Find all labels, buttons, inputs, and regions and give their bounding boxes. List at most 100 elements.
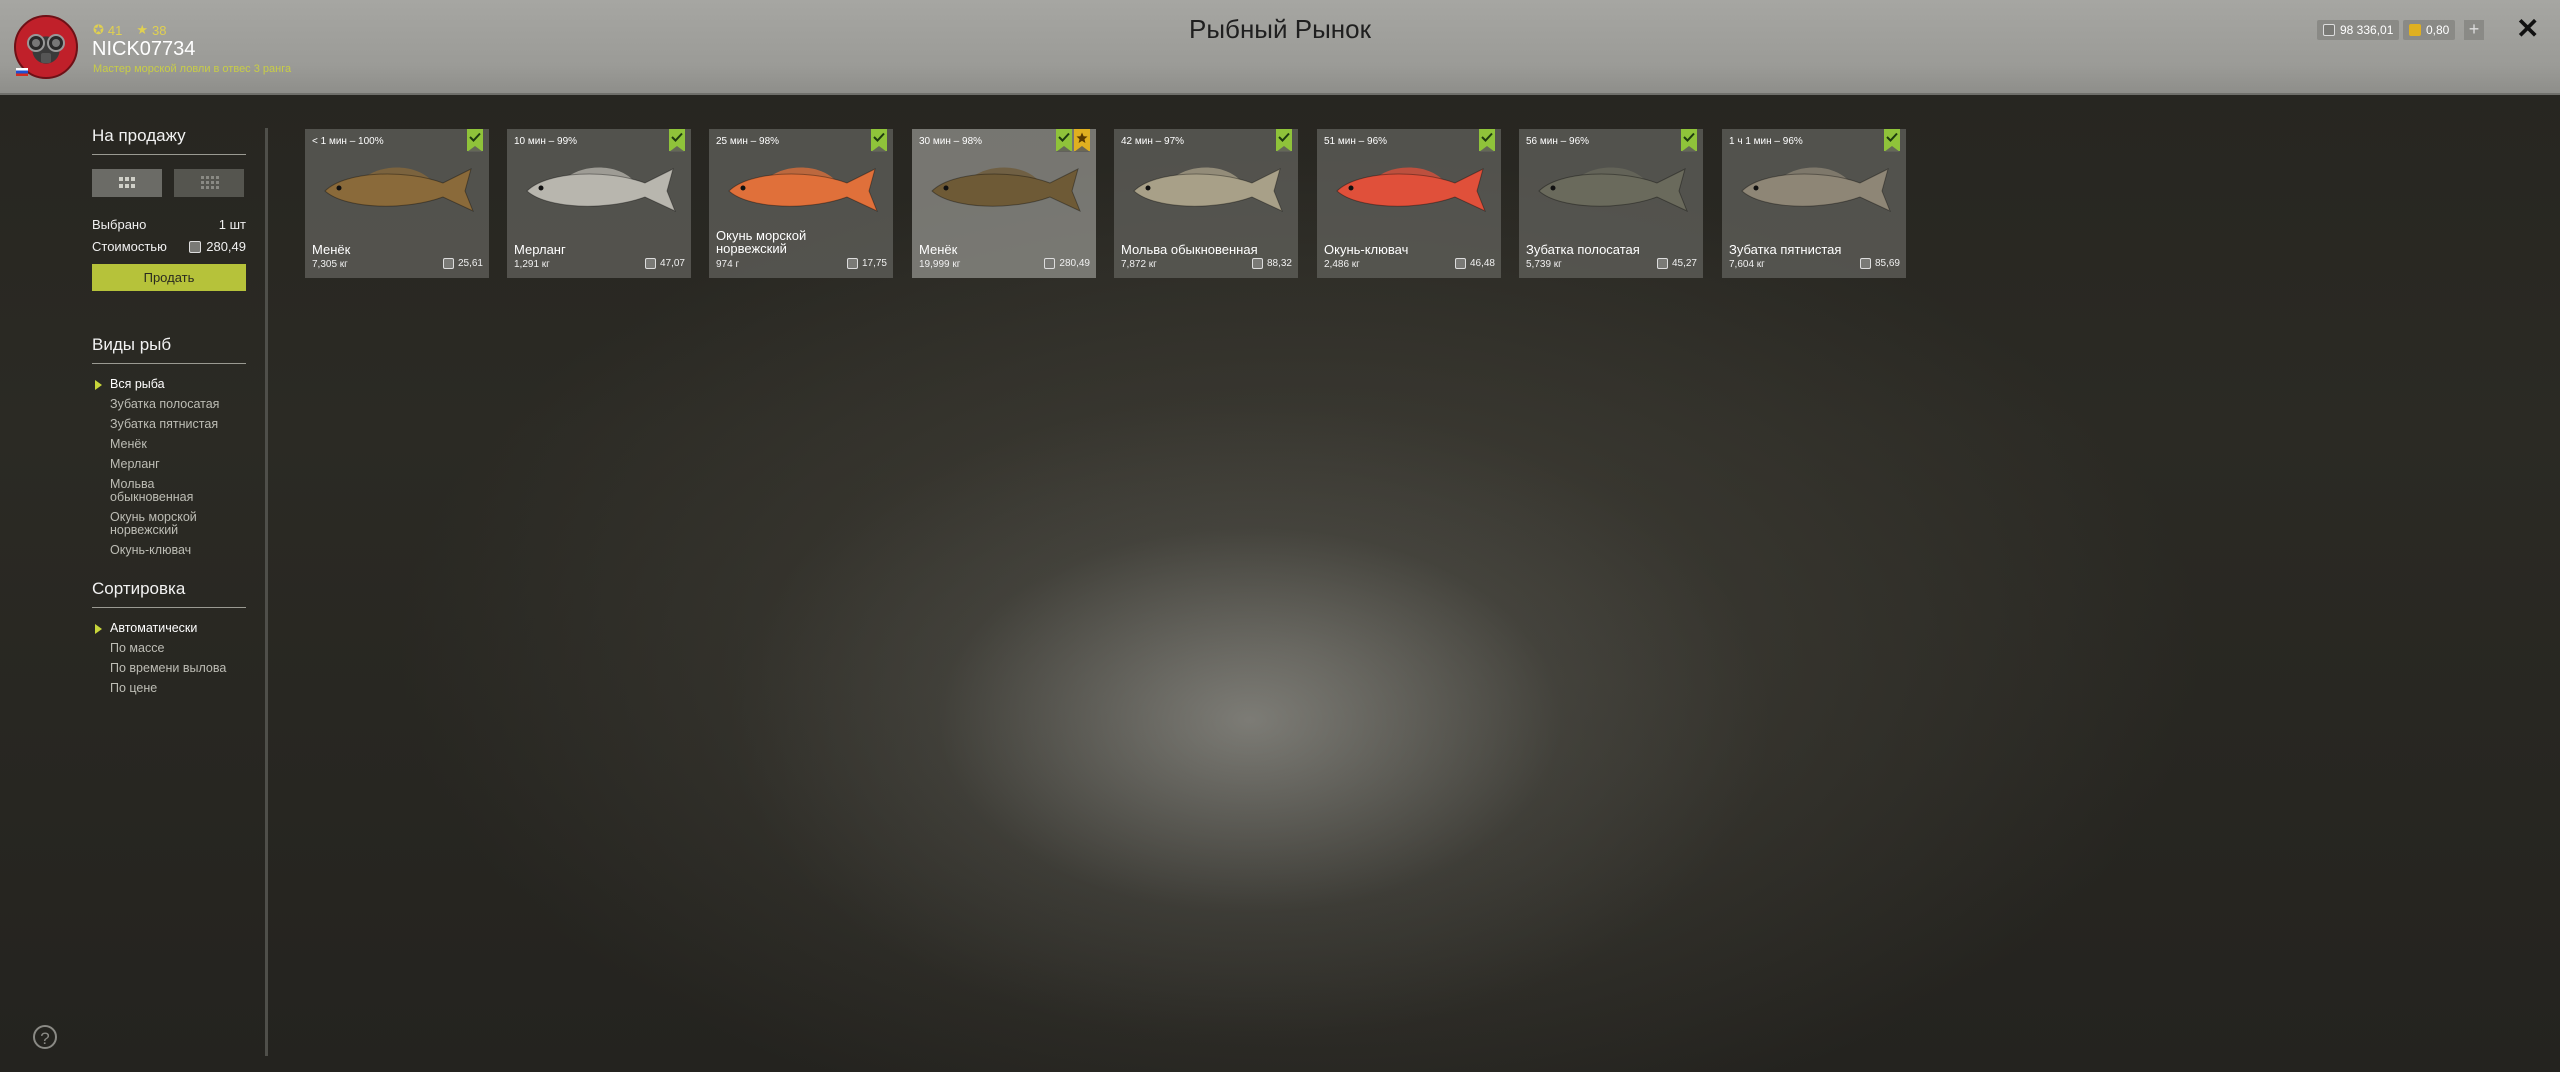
silver-coin-icon <box>442 258 454 269</box>
catch-time: 51 мин – 96% <box>1324 136 1388 147</box>
check-mark-icon[interactable] <box>1479 129 1495 152</box>
fish-price: 17,75 <box>846 258 887 269</box>
cost-row: Стоимостью 280,49 <box>92 239 246 254</box>
selected-label: Выбрано <box>92 217 147 232</box>
species-filter-item[interactable]: Зубатка полосатая <box>92 398 246 411</box>
fish-card[interactable]: 1 ч 1 мин – 96% Зубатка пятнистая 7,604 … <box>1722 129 1906 278</box>
check-mark-icon[interactable] <box>669 129 685 152</box>
price-value: 47,07 <box>659 258 685 269</box>
view-large-button[interactable] <box>92 169 162 197</box>
fish-name: Зубатка пятнистая <box>1729 242 1842 257</box>
fish-weight: 19,999 кг <box>919 259 961 270</box>
cost-amount: 280,49 <box>189 239 246 254</box>
fish-weight: 2,486 кг <box>1324 259 1360 270</box>
gold-value: 0,80 <box>2426 23 2450 37</box>
grid-large-icon <box>119 177 135 188</box>
flag-icon <box>16 68 28 76</box>
fish-card[interactable]: 25 мин – 98% Окунь морской норвежский 97… <box>709 129 893 278</box>
selected-row: Выбрано 1 шт <box>92 217 246 232</box>
silver-coin-icon <box>1454 258 1466 269</box>
fish-card[interactable]: 30 мин – 98% Менёк 19,999 кг 280,49 <box>912 129 1096 278</box>
gold-coin-icon <box>2409 24 2421 36</box>
price-value: 17,75 <box>861 258 887 269</box>
fish-card[interactable]: 10 мин – 99% Мерланг 1,291 кг 47,07 <box>507 129 691 278</box>
price-value: 85,69 <box>1874 258 1900 269</box>
selected-value: 1 шт <box>218 217 246 232</box>
cost-label: Стоимостью <box>92 239 167 254</box>
view-small-button[interactable] <box>174 169 244 197</box>
catch-time: 30 мин – 98% <box>919 136 983 147</box>
fish-card[interactable]: 42 мин – 97% Мольва обыкновенная 7,872 к… <box>1114 129 1298 278</box>
sidebar-divider <box>265 128 268 1056</box>
species-title: Виды рыб <box>92 335 246 364</box>
sort-options-list: Автоматически По массе По времени вылова… <box>92 622 246 695</box>
silver-coin-icon <box>846 258 858 269</box>
sort-option[interactable]: По времени вылова <box>92 662 246 675</box>
fish-weight: 974 г <box>716 259 740 270</box>
add-currency-button[interactable]: + <box>2464 20 2484 40</box>
star-mark-icon[interactable] <box>1074 129 1090 152</box>
fish-name: Окунь-клювач <box>1324 242 1409 257</box>
check-mark-icon[interactable] <box>871 129 887 152</box>
check-mark-icon[interactable] <box>1884 129 1900 152</box>
grid-small-icon <box>201 176 219 189</box>
help-button[interactable]: ? <box>33 1025 57 1049</box>
fish-name: Мерланг <box>514 242 566 257</box>
fish-image <box>1133 167 1283 212</box>
check-mark-icon[interactable] <box>467 129 483 152</box>
species-filter-item[interactable]: Мольва обыкновенная <box>92 478 210 504</box>
species-filter-item[interactable]: Менёк <box>92 438 246 451</box>
cost-value: 280,49 <box>206 239 246 254</box>
species-filter-item[interactable]: Мерланг <box>92 458 246 471</box>
silver-coin-icon <box>644 258 656 269</box>
silver-coin-icon <box>189 240 202 253</box>
fish-card[interactable]: 51 мин – 96% Окунь-клювач 2,486 кг 46,48 <box>1317 129 1501 278</box>
fish-name: Мольва обыкновенная <box>1121 242 1258 257</box>
fish-name: Менёк <box>312 242 351 257</box>
silver-coin-icon <box>1044 258 1056 269</box>
view-toggle <box>92 169 246 197</box>
fish-image <box>931 167 1081 212</box>
species-filter-item[interactable]: Окунь-клювач <box>92 544 246 557</box>
species-filter-item[interactable]: Зубатка пятнистая <box>92 418 246 431</box>
fish-weight: 7,305 кг <box>312 259 348 270</box>
fish-name: Менёк <box>919 242 958 257</box>
check-mark-icon[interactable] <box>1056 129 1072 152</box>
fish-weight: 5,739 кг <box>1526 259 1562 270</box>
fish-image <box>1538 167 1688 212</box>
close-button[interactable]: ✕ <box>2516 14 2539 44</box>
species-filter-list: Вся рыба Зубатка полосатая Зубатка пятни… <box>92 378 246 557</box>
fish-card[interactable]: < 1 мин – 100% Менёк 7,305 кг 25,61 <box>305 129 489 278</box>
catch-time: 1 ч 1 мин – 96% <box>1729 136 1803 147</box>
species-filter-item[interactable]: Окунь морской норвежский <box>92 511 210 537</box>
fish-price: 280,49 <box>1044 258 1090 269</box>
fish-price: 46,48 <box>1454 258 1495 269</box>
header-bar: ✪ 41 ★ 38 NICK07734 Мастер морской ловли в… <box>0 0 2560 95</box>
gold-balance: 0,80 <box>2403 20 2456 40</box>
fish-price: 25,61 <box>442 258 483 269</box>
catch-time: < 1 мин – 100% <box>312 136 384 147</box>
silver-coin-icon <box>1859 258 1871 269</box>
fish-image <box>324 167 474 212</box>
fish-image <box>1741 167 1891 212</box>
sort-option[interactable]: По цене <box>92 682 246 695</box>
for-sale-title: На продажу <box>92 126 246 155</box>
sort-option[interactable]: По массе <box>92 642 246 655</box>
species-filter-item[interactable]: Вся рыба <box>92 378 246 391</box>
fish-card[interactable]: 56 мин – 96% Зубатка полосатая 5,739 кг … <box>1519 129 1703 278</box>
fish-weight: 1,291 кг <box>514 259 550 270</box>
fish-price: 88,32 <box>1251 258 1292 269</box>
catch-time: 42 мин – 97% <box>1121 136 1185 147</box>
fish-name: Окунь морской норвежский <box>716 228 807 256</box>
sidebar: На продажу Выбрано 1 шт Стоимостью 280,4… <box>92 126 246 702</box>
sell-button[interactable]: Продать <box>92 264 246 291</box>
sort-option[interactable]: Автоматически <box>92 622 246 635</box>
sort-title: Сортировка <box>92 579 246 608</box>
silver-coin-icon <box>1656 258 1668 269</box>
check-mark-icon[interactable] <box>1681 129 1697 152</box>
silver-balance: 98 336,01 <box>2317 20 2400 40</box>
fish-weight: 7,604 кг <box>1729 259 1765 270</box>
fish-price: 85,69 <box>1859 258 1900 269</box>
fish-name: Зубатка полосатая <box>1526 242 1640 257</box>
check-mark-icon[interactable] <box>1276 129 1292 152</box>
